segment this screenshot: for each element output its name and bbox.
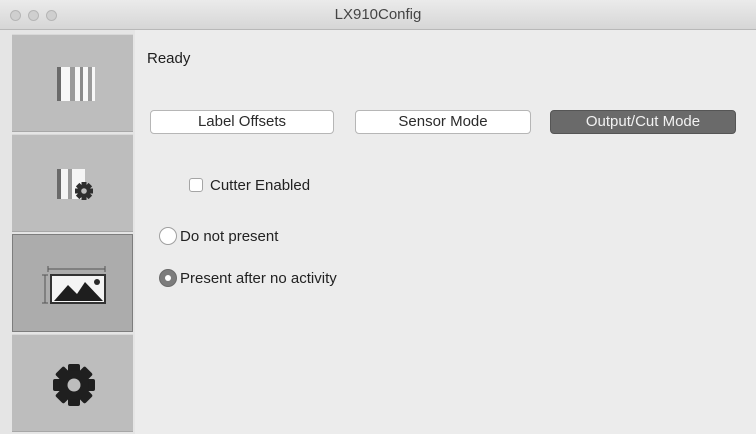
- tab-output-cut-mode[interactable]: Output/Cut Mode: [550, 110, 736, 134]
- main-panel: Ready Label Offsets Sensor Mode Output/C…: [135, 30, 756, 434]
- output-cut-icon: [42, 266, 106, 304]
- present-after-no-activity-label[interactable]: Present after no activity: [180, 270, 337, 287]
- app-window: LX910Config Ready Label Offsets Sensor M…: [0, 0, 756, 434]
- sidebar-item-settings[interactable]: [12, 334, 133, 432]
- window-title: LX910Config: [334, 6, 422, 23]
- present-after-no-activity-radio[interactable]: [159, 269, 177, 287]
- gear-icon: [53, 364, 95, 406]
- title-bar: LX910Config: [0, 0, 756, 30]
- sidebar: [0, 30, 135, 434]
- sidebar-item-output-cut[interactable]: [12, 234, 133, 332]
- label-stock-icon: [57, 67, 95, 101]
- do-not-present-label[interactable]: Do not present: [180, 228, 278, 245]
- cutter-enabled-checkbox[interactable]: [189, 178, 203, 192]
- status-text: Ready: [147, 50, 191, 67]
- sidebar-item-label-settings[interactable]: [12, 134, 133, 232]
- tab-label-offsets[interactable]: Label Offsets: [150, 110, 334, 134]
- cutter-enabled-label[interactable]: Cutter Enabled: [210, 177, 310, 194]
- radio-selected-dot: [165, 275, 171, 281]
- sidebar-item-label-stock[interactable]: [12, 34, 133, 132]
- do-not-present-radio[interactable]: [159, 227, 177, 245]
- tab-sensor-mode[interactable]: Sensor Mode: [355, 110, 531, 134]
- label-settings-icon: [57, 169, 93, 200]
